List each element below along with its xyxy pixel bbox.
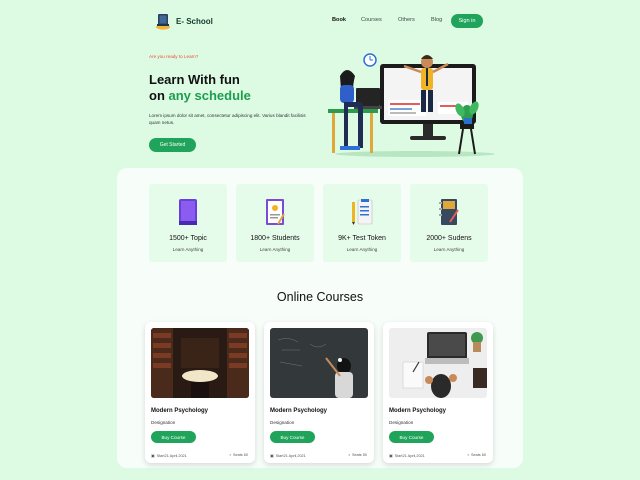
section-title: Online Courses bbox=[276, 290, 364, 304]
nav-blog[interactable]: Blog bbox=[431, 17, 442, 23]
course-seats: ▪ Seats 60 bbox=[468, 453, 486, 457]
course-title: Modern Psychology bbox=[151, 408, 209, 414]
stat-label: Learn Anything bbox=[172, 247, 204, 252]
stat-value: 2000+ Sudens bbox=[426, 235, 472, 242]
course-designation: Designation bbox=[389, 420, 414, 425]
logo[interactable]: E- School bbox=[155, 12, 213, 30]
stat-label: Learn Anything bbox=[259, 247, 291, 252]
stat-card: 1500+ Topic Learn Anything bbox=[149, 184, 227, 262]
course-seats-text: Seats 60 bbox=[471, 453, 486, 457]
seats-icon: ▪ bbox=[348, 453, 350, 457]
nav-others[interactable]: Others bbox=[398, 17, 415, 23]
buy-course-button[interactable]: Buy Course bbox=[389, 431, 434, 443]
book-icon bbox=[177, 198, 199, 226]
course-date-text: Start21 April,2021 bbox=[156, 453, 187, 458]
hero-title-line1: Learn With fun bbox=[149, 72, 240, 87]
course-date-text: Start21 April,2021 bbox=[394, 453, 425, 458]
logo-text: E- School bbox=[176, 16, 213, 26]
notebook-icon bbox=[438, 198, 460, 226]
nav-book[interactable]: Book bbox=[332, 17, 346, 23]
course-card[interactable]: Modern Psychology Designation Buy Course… bbox=[145, 322, 255, 463]
course-card[interactable]: Modern Psychology Designation Buy Course… bbox=[383, 322, 493, 463]
course-date: ▣ Start21 April,2021 bbox=[389, 453, 425, 459]
laptop-desk-photo bbox=[389, 328, 487, 398]
course-designation: Designation bbox=[270, 420, 295, 425]
stat-card: 2000+ Sudens Learn Anything bbox=[410, 184, 488, 262]
chalkboard-girl-photo bbox=[270, 328, 368, 398]
hero-title-on: on bbox=[149, 88, 169, 103]
buy-course-button[interactable]: Buy Course bbox=[270, 431, 315, 443]
hero-eyebrow: Are you ready to Learn? bbox=[149, 54, 199, 59]
course-title: Modern Psychology bbox=[270, 408, 328, 414]
calendar-icon: ▣ bbox=[389, 454, 393, 458]
stat-value: 9K+ Test Token bbox=[338, 235, 386, 242]
course-card[interactable]: Modern Psychology Designation Buy Course… bbox=[264, 322, 374, 463]
certificate-icon bbox=[264, 198, 286, 226]
hero-description: Lorem ipsum dolor sit amet, consectetur … bbox=[149, 113, 306, 125]
sign-in-button[interactable]: Sign in bbox=[451, 14, 483, 28]
library-reading-photo bbox=[151, 328, 249, 398]
stat-label: Learn Anything bbox=[433, 247, 465, 252]
stat-label: Learn Anything bbox=[346, 247, 378, 252]
school-logo-icon bbox=[155, 12, 171, 30]
stat-card: 1800+ Students Learn Anything bbox=[236, 184, 314, 262]
hero-title: Learn With fun on any schedule bbox=[149, 72, 251, 104]
test-paper-icon bbox=[351, 198, 373, 226]
course-title: Modern Psychology bbox=[389, 408, 447, 414]
course-seats: ▪ Seats 50 bbox=[349, 453, 367, 457]
stat-value: 1500+ Topic bbox=[169, 235, 207, 242]
course-seats: ▪ Seats 60 bbox=[230, 453, 248, 457]
hero-illustration bbox=[320, 48, 495, 158]
calendar-icon: ▣ bbox=[151, 454, 155, 458]
seats-icon: ▪ bbox=[467, 453, 469, 457]
stat-card: 9K+ Test Token Learn Anything bbox=[323, 184, 401, 262]
calendar-icon: ▣ bbox=[270, 454, 274, 458]
nav-courses[interactable]: Courses bbox=[361, 17, 382, 23]
course-seats-text: Seats 60 bbox=[233, 453, 248, 457]
seats-icon: ▪ bbox=[229, 453, 231, 457]
course-date: ▣ Start21 April,2021 bbox=[270, 453, 306, 459]
buy-course-button[interactable]: Buy Course bbox=[151, 431, 196, 443]
course-seats-text: Seats 50 bbox=[352, 453, 367, 457]
stat-value: 1800+ Students bbox=[250, 235, 300, 242]
hero-title-accent: any schedule bbox=[168, 88, 251, 103]
get-started-button[interactable]: Get Started bbox=[149, 138, 196, 152]
course-designation: Designation bbox=[151, 420, 176, 425]
course-date: ▣ Start21 April,2021 bbox=[151, 453, 187, 459]
course-date-text: Start21 April,2021 bbox=[275, 453, 306, 458]
